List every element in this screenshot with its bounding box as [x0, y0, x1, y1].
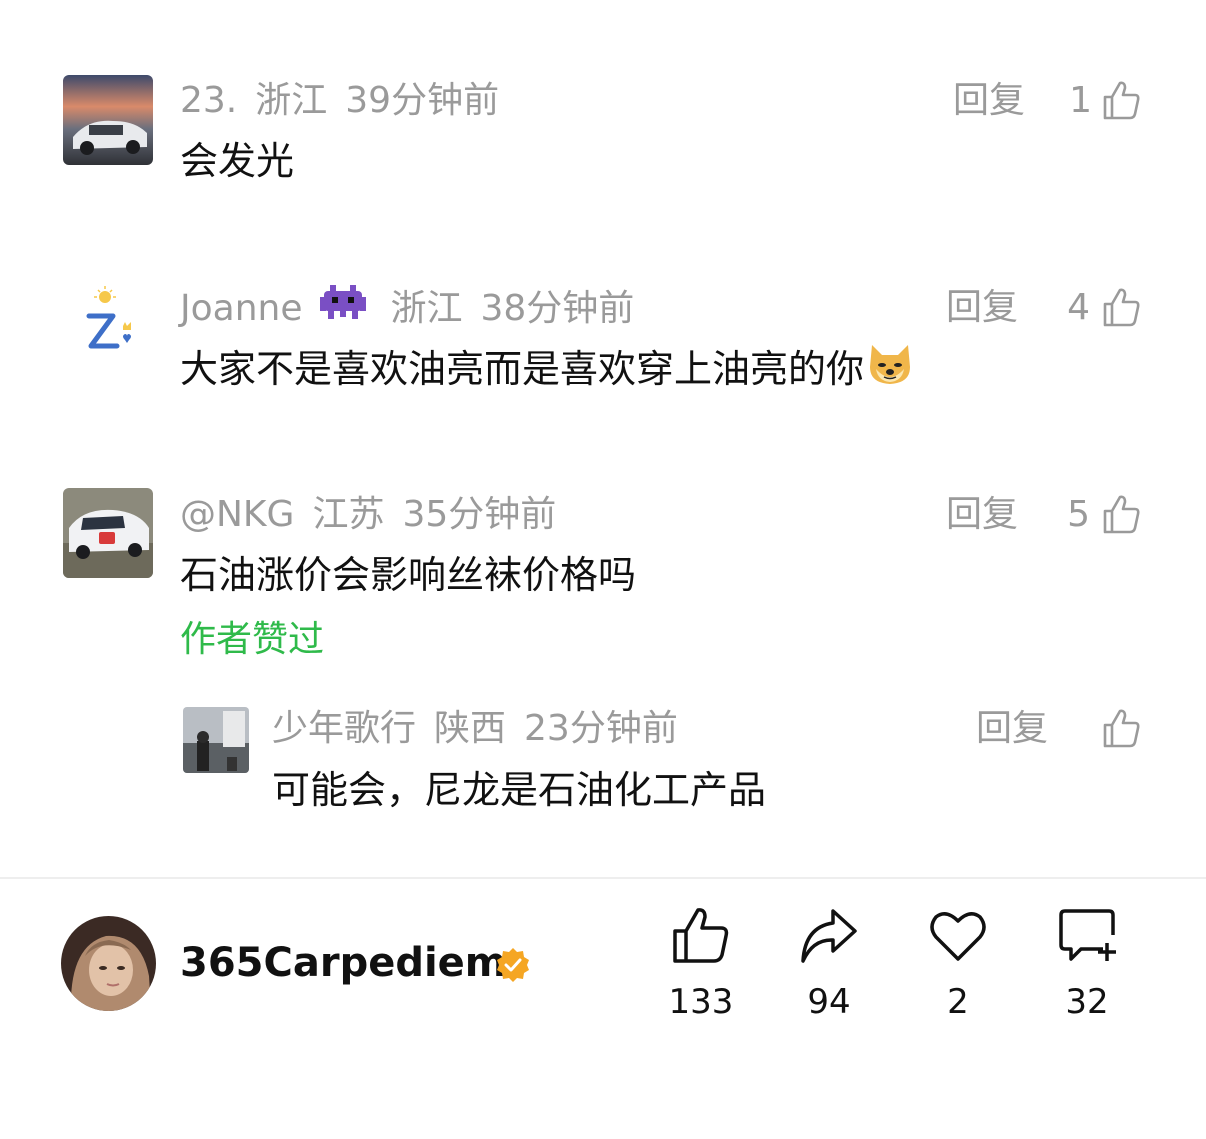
comment-count: 32	[1065, 982, 1109, 1022]
thumbs-up-icon	[673, 908, 729, 963]
comment-meta: Joanne 浙江 38分钟前	[180, 283, 652, 333]
favorite-count: 2	[947, 982, 969, 1022]
divider	[0, 877, 1206, 879]
thumbs-up-icon[interactable]	[1101, 285, 1141, 329]
like-count: 4	[1067, 287, 1090, 328]
comment-meta: 23. 浙江 39分钟前	[180, 76, 517, 126]
comment-action[interactable]: 32	[1042, 905, 1132, 1025]
share-icon	[801, 909, 857, 963]
alien-monster-emoji	[320, 283, 367, 337]
author-name[interactable]: 365Carpediem	[180, 936, 506, 990]
avatar[interactable]	[63, 488, 153, 578]
thumbs-up-icon[interactable]	[1101, 492, 1141, 536]
avatar[interactable]	[63, 282, 153, 372]
comment-meta: @NKG 江苏 35分钟前	[180, 490, 574, 540]
username[interactable]: 23.	[180, 80, 237, 121]
like-count: 1	[1069, 80, 1092, 121]
avatar[interactable]	[183, 707, 249, 773]
comment-text: 石油涨价会影响丝袜价格吗	[180, 553, 637, 597]
reply-button[interactable]: 回复	[946, 283, 1018, 333]
reply-button[interactable]: 回复	[946, 490, 1018, 540]
verified-badge-icon	[497, 948, 529, 982]
reply-button[interactable]: 回复	[976, 704, 1048, 754]
like-count: 133	[668, 982, 734, 1022]
location: 浙江	[390, 288, 463, 329]
like-count: 5	[1067, 494, 1090, 535]
timestamp: 38分钟前	[480, 288, 635, 329]
location: 陕西	[434, 708, 507, 749]
author-liked-badge: 作者赞过	[180, 619, 325, 660]
comment-add-icon	[1059, 909, 1116, 961]
username[interactable]: Joanne	[180, 288, 302, 329]
like-action[interactable]: 133	[656, 905, 746, 1025]
avatar[interactable]	[61, 916, 156, 1011]
timestamp: 23分钟前	[524, 708, 678, 749]
timestamp: 35分钟前	[402, 494, 557, 535]
comment-text: 大家不是喜欢油亮而是喜欢穿上油亮的你	[180, 341, 914, 397]
location: 江苏	[312, 494, 385, 535]
username[interactable]: 少年歌行	[272, 708, 416, 749]
avatar[interactable]	[63, 75, 153, 165]
comment-meta: 少年歌行 陕西 23分钟前	[272, 704, 696, 754]
location: 浙江	[255, 80, 328, 121]
doge-emoji	[866, 341, 914, 402]
username[interactable]: @NKG	[180, 494, 294, 535]
timestamp: 39分钟前	[345, 80, 500, 121]
share-count: 94	[807, 982, 851, 1022]
heart-icon	[930, 912, 986, 961]
favorite-action[interactable]: 2	[913, 905, 1003, 1025]
thumbs-up-icon[interactable]	[1101, 706, 1141, 750]
comment-text: 会发光	[180, 139, 295, 183]
reply-button[interactable]: 回复	[953, 76, 1025, 126]
thumbs-up-icon[interactable]	[1101, 78, 1141, 122]
comment-text: 可能会，尼龙是石油化工产品	[272, 768, 767, 812]
comment-text-body: 大家不是喜欢油亮而是喜欢穿上油亮的你	[180, 347, 865, 391]
share-action[interactable]: 94	[784, 905, 874, 1025]
